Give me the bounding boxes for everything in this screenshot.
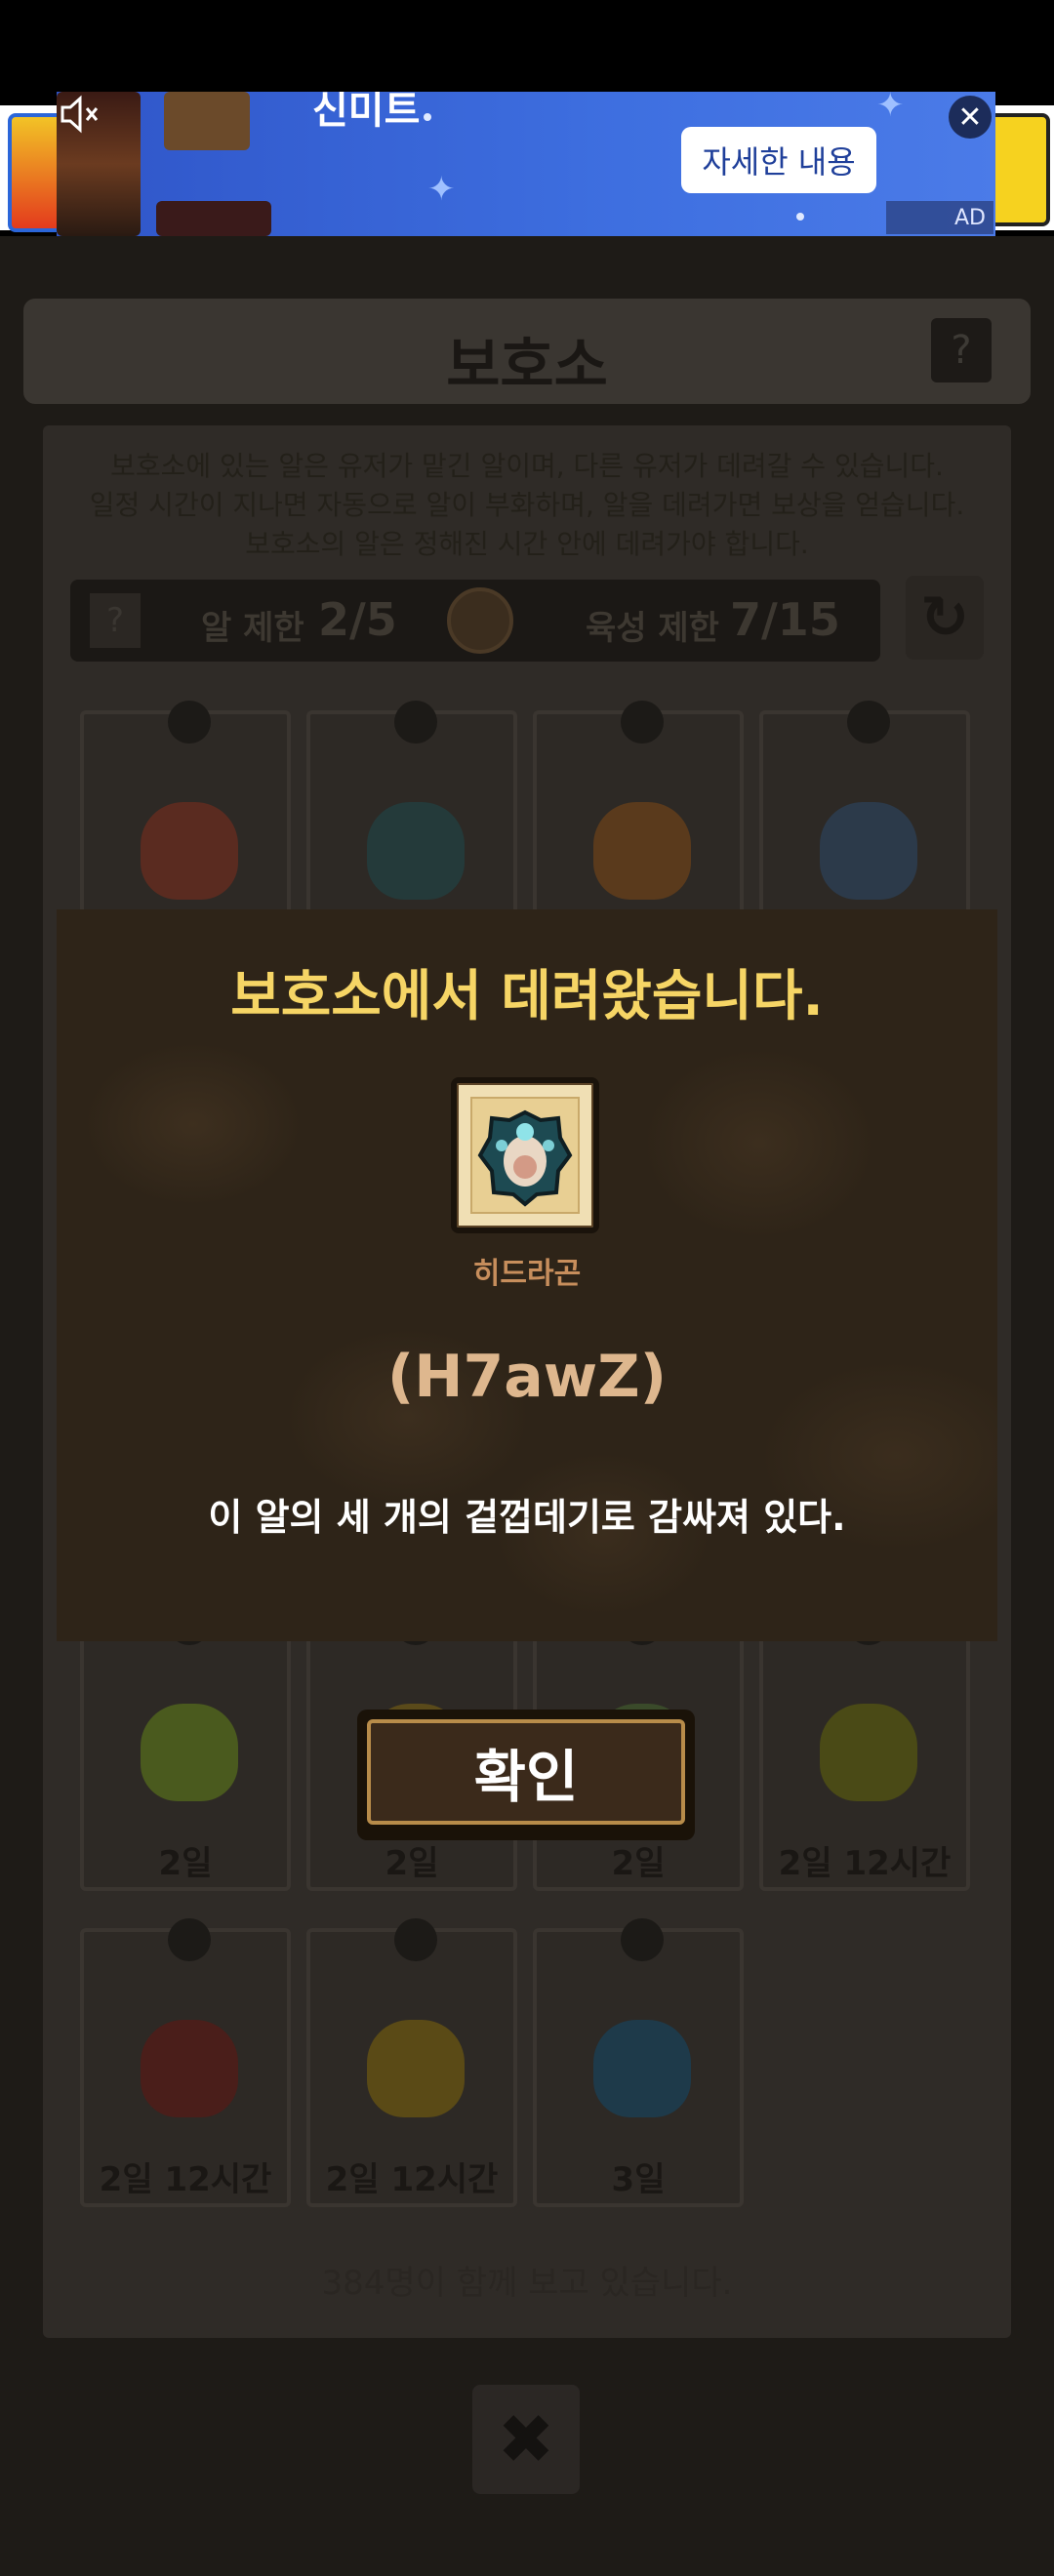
egg-card[interactable]: 2일 12시간	[759, 1602, 970, 1891]
adopt-result-modal: 보호소에서 데려왔습니다. 히드라곤 (H7awZ) 이 알의 세 개의 겉껍데…	[57, 909, 997, 1641]
ad-game-icon-right	[988, 113, 1050, 226]
confirm-button[interactable]: 확인	[357, 1710, 695, 1840]
shelter-header: 보호소 ?	[23, 299, 1031, 404]
egg-hatch-time: 3일	[611, 2160, 666, 2199]
ad-banner[interactable]: 신미트 ✦ ✦ 자세한 내용 ✕ AD	[57, 92, 995, 236]
egg-hatch-time: 2일 12시간	[325, 2160, 499, 2199]
egg-card-knob	[394, 1918, 437, 1961]
reward-code: (H7awZ)	[386, 1343, 668, 1411]
egg-hatch-time: 2일 12시간	[778, 1844, 952, 1883]
page-title: 보호소	[446, 332, 608, 400]
egg-icon	[141, 1704, 238, 1801]
cat-icon	[447, 587, 513, 654]
egg-card-knob	[168, 701, 211, 744]
ad-thumbnail-2	[164, 92, 250, 150]
ad-close-button[interactable]: ✕	[949, 96, 992, 139]
refresh-icon: ↻	[919, 584, 970, 652]
reward-name: 히드라곤	[472, 1257, 582, 1291]
egg-card[interactable]: 2일 12시간	[306, 1918, 517, 2207]
egg-limit-value: 2/5	[318, 593, 397, 646]
egg-icon	[593, 2020, 691, 2117]
ad-cta-button[interactable]: 자세한 내용	[681, 127, 876, 193]
egg-hatch-time: 2일 12시간	[99, 2160, 272, 2199]
help-button[interactable]: ?	[931, 318, 992, 382]
egg-card-knob	[621, 701, 664, 744]
sparkle-icon: ✦	[427, 170, 456, 209]
egg-icon	[141, 802, 238, 900]
limit-help-button[interactable]: ?	[90, 593, 141, 648]
egg-card[interactable]: 2일	[80, 1602, 291, 1891]
hydragon-egg-icon	[477, 1109, 573, 1207]
info-line: 보호소에 있는 알은 유저가 맡긴 알이며, 다른 유저가 데려갈 수 있습니다…	[110, 450, 944, 482]
sparkle-icon: ✦	[876, 92, 905, 125]
reward-description: 이 알의 세 개의 겉껍데기로 감싸져 있다.	[208, 1496, 846, 1539]
egg-icon	[820, 802, 917, 900]
ad-thumbnail-3	[156, 201, 271, 236]
egg-card-knob	[394, 701, 437, 744]
egg-card-knob	[847, 701, 890, 744]
sparkle-dot	[796, 213, 804, 221]
egg-icon	[593, 802, 691, 900]
speaker-muted-icon[interactable]	[57, 92, 103, 139]
confirm-button-label: 확인	[367, 1719, 685, 1825]
info-line: 일정 시간이 지나면 자동으로 알이 부화하며, 알을 데려가면 보상을 얻습니…	[89, 489, 965, 521]
egg-card[interactable]: 2일 12시간	[80, 1918, 291, 2207]
egg-hatch-time: 2일	[611, 1844, 666, 1883]
egg-card-knob	[168, 1918, 211, 1961]
egg-hatch-time: 2일	[158, 1844, 213, 1883]
close-button[interactable]: ✖	[472, 2385, 580, 2494]
sparkle-dot	[424, 113, 431, 121]
limit-bar: ? 알 제한 2/5 육성 제한 7/15	[70, 580, 880, 662]
egg-card[interactable]: 3일	[533, 1918, 744, 2207]
egg-icon	[367, 2020, 465, 2117]
modal-title: 보호소에서 데려왔습니다.	[230, 965, 824, 1028]
raise-limit-label: 육성 제한	[586, 609, 719, 648]
ad-badge: AD	[886, 201, 993, 234]
egg-icon	[820, 1704, 917, 1801]
egg-icon	[141, 2020, 238, 2117]
ad-title[interactable]: 신미트	[312, 92, 420, 135]
egg-hatch-time: 2일	[385, 1844, 439, 1883]
refresh-button[interactable]: ↻	[906, 576, 984, 660]
shelter-info: 보호소에 있는 알은 유저가 맡긴 알이며, 다른 유저가 데려갈 수 있습니다…	[59, 447, 995, 564]
info-line: 보호소의 알은 정해진 시간 안에 데려가야 합니다.	[245, 528, 809, 560]
raise-limit-value: 7/15	[730, 593, 840, 646]
egg-icon	[367, 802, 465, 900]
viewer-count: 384명이 함께 보고 있습니다.	[321, 2264, 733, 2303]
egg-limit-label: 알 제한	[201, 609, 304, 648]
egg-card-knob	[621, 1918, 664, 1961]
reward-egg-icon	[470, 1097, 580, 1214]
reward-item-frame	[451, 1077, 599, 1233]
